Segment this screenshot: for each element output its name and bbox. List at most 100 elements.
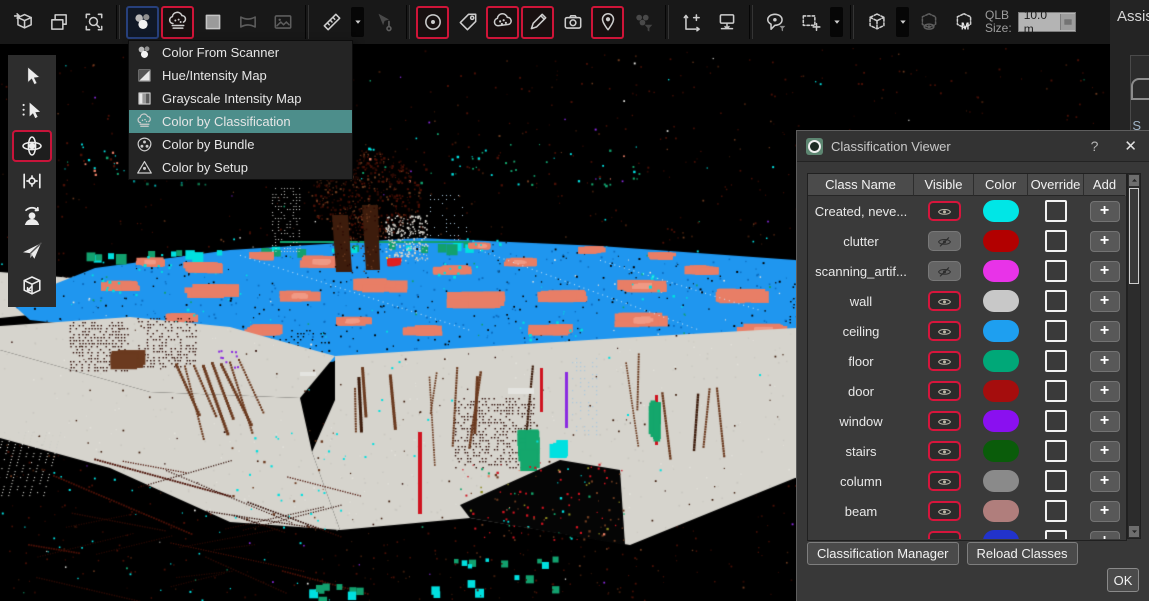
menu-item-grayscale-intensity-map[interactable]: Grayscale Intensity Map — [129, 87, 352, 110]
help-button[interactable]: ? — [1091, 138, 1099, 154]
examine-box-icon[interactable] — [12, 270, 52, 302]
color-from-scanner-button[interactable] — [126, 6, 159, 39]
add-class-button[interactable]: + — [1090, 441, 1120, 462]
override-checkbox[interactable] — [1045, 230, 1067, 252]
qlb-cube-dropdown[interactable] — [896, 7, 909, 37]
menu-item-color-by-bundle[interactable]: Color by Bundle — [129, 133, 352, 156]
column-header-visible[interactable]: Visible — [914, 174, 974, 196]
override-checkbox[interactable] — [1045, 440, 1067, 462]
menu-item-color-by-setup[interactable]: Color by Setup — [129, 156, 352, 179]
eye-icon[interactable] — [928, 411, 961, 431]
override-checkbox[interactable] — [1045, 200, 1067, 222]
zoom-to-selection-icon[interactable] — [77, 6, 110, 39]
reload-classes-button[interactable]: Reload Classes — [967, 542, 1078, 565]
qlb-cube-button[interactable] — [860, 6, 893, 39]
class-color-swatch[interactable] — [983, 260, 1019, 282]
class-color-swatch[interactable] — [983, 440, 1019, 462]
qlb-cube-visibility-button[interactable] — [912, 6, 945, 39]
qlb-size-spinner[interactable] — [1060, 14, 1075, 30]
region-select-button[interactable] — [794, 6, 827, 39]
orbit-constrained-icon[interactable] — [12, 165, 52, 197]
scroll-down-icon[interactable] — [1129, 526, 1139, 537]
override-checkbox[interactable] — [1045, 290, 1067, 312]
menu-item-color-by-classification[interactable]: Color by Classification — [129, 110, 352, 133]
orbit-icon[interactable] — [12, 130, 52, 162]
menu-item-hue-intensity-map[interactable]: Hue/Intensity Map — [129, 64, 352, 87]
column-header-add[interactable]: Add — [1084, 174, 1125, 196]
class-color-swatch[interactable] — [983, 290, 1019, 312]
class-color-swatch[interactable] — [983, 530, 1019, 539]
class-color-swatch[interactable] — [983, 500, 1019, 522]
eye-icon[interactable] — [928, 471, 961, 491]
look-around-icon[interactable] — [12, 200, 52, 232]
column-header-class-name[interactable]: Class Name — [808, 174, 914, 196]
region-options-dropdown[interactable] — [830, 7, 843, 37]
eye-icon[interactable] — [928, 351, 961, 371]
eye-icon[interactable] — [928, 381, 961, 401]
snapshot-camera-button[interactable] — [556, 6, 589, 39]
class-color-swatch[interactable] — [983, 230, 1019, 252]
override-checkbox[interactable] — [1045, 530, 1067, 539]
class-color-swatch[interactable] — [983, 470, 1019, 492]
class-color-swatch[interactable] — [983, 350, 1019, 372]
override-checkbox[interactable] — [1045, 410, 1067, 432]
coordinate-axes-add-button[interactable] — [675, 6, 708, 39]
eye-icon[interactable] — [928, 441, 961, 461]
scroll-up-icon[interactable] — [1129, 175, 1139, 186]
measure-options-dropdown[interactable] — [351, 7, 364, 37]
panorama-view-button[interactable] — [231, 6, 264, 39]
import-project-icon[interactable] — [7, 6, 40, 39]
eye-icon[interactable] — [928, 501, 961, 521]
eye-off-icon[interactable] — [928, 261, 961, 281]
add-class-button[interactable]: + — [1090, 531, 1120, 540]
classification-viewer-titlebar[interactable]: Classification Viewer ? ✕ — [797, 131, 1149, 162]
eye-icon[interactable] — [928, 531, 961, 539]
select-points-icon[interactable] — [12, 95, 52, 127]
image-view-button[interactable] — [266, 6, 299, 39]
class-color-swatch[interactable] — [983, 380, 1019, 402]
ok-button[interactable]: OK — [1107, 568, 1139, 592]
override-checkbox[interactable] — [1045, 260, 1067, 282]
class-color-swatch[interactable] — [983, 200, 1019, 222]
override-checkbox[interactable] — [1045, 380, 1067, 402]
point-cloud-color-button[interactable] — [161, 6, 194, 39]
class-color-swatch[interactable] — [983, 410, 1019, 432]
fly-icon[interactable] — [12, 235, 52, 267]
scrollbar-thumb[interactable] — [1129, 188, 1139, 284]
override-checkbox[interactable] — [1045, 320, 1067, 342]
column-header-color[interactable]: Color — [974, 174, 1028, 196]
add-class-button[interactable]: + — [1090, 321, 1120, 342]
add-class-button[interactable]: + — [1090, 381, 1120, 402]
close-icon[interactable]: ✕ — [1124, 137, 1137, 155]
eye-icon[interactable] — [928, 201, 961, 221]
menu-item-color-from-scanner[interactable]: Color From Scanner — [129, 41, 352, 64]
classify-cloud-button[interactable] — [486, 6, 519, 39]
override-checkbox[interactable] — [1045, 350, 1067, 372]
table-scrollbar[interactable] — [1127, 173, 1141, 539]
bundle-filter-button[interactable] — [626, 6, 659, 39]
add-class-button[interactable]: + — [1090, 261, 1120, 282]
eye-icon[interactable] — [928, 321, 961, 341]
flat-color-button[interactable] — [196, 6, 229, 39]
add-class-button[interactable]: + — [1090, 291, 1120, 312]
class-color-swatch[interactable] — [983, 320, 1019, 342]
add-class-button[interactable]: + — [1090, 471, 1120, 492]
override-checkbox[interactable] — [1045, 500, 1067, 522]
arrange-windows-icon[interactable] — [42, 6, 75, 39]
draw-pen-button[interactable] — [521, 6, 554, 39]
limit-box-button[interactable] — [416, 6, 449, 39]
cursor-temperature-button[interactable] — [367, 6, 400, 39]
classification-manager-button[interactable]: Classification Manager — [807, 542, 959, 565]
add-class-button[interactable]: + — [1090, 411, 1120, 432]
add-class-button[interactable]: + — [1090, 351, 1120, 372]
column-header-override[interactable]: Override — [1028, 174, 1084, 196]
marker-filter-button[interactable] — [759, 6, 792, 39]
tag-annotation-button[interactable] — [451, 6, 484, 39]
eye-off-icon[interactable] — [928, 231, 961, 251]
eye-icon[interactable] — [928, 291, 961, 311]
add-class-button[interactable]: + — [1090, 201, 1120, 222]
qlb-size-value-box[interactable]: 10.0 m — [1018, 12, 1076, 32]
location-pin-button[interactable] — [591, 6, 624, 39]
projection-view-button[interactable] — [710, 6, 743, 39]
select-cursor-icon[interactable] — [12, 60, 52, 92]
